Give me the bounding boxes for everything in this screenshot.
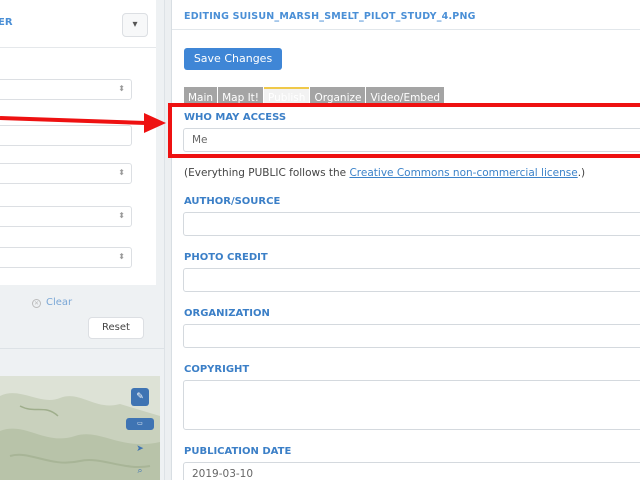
annotation-arrow [0,113,166,133]
